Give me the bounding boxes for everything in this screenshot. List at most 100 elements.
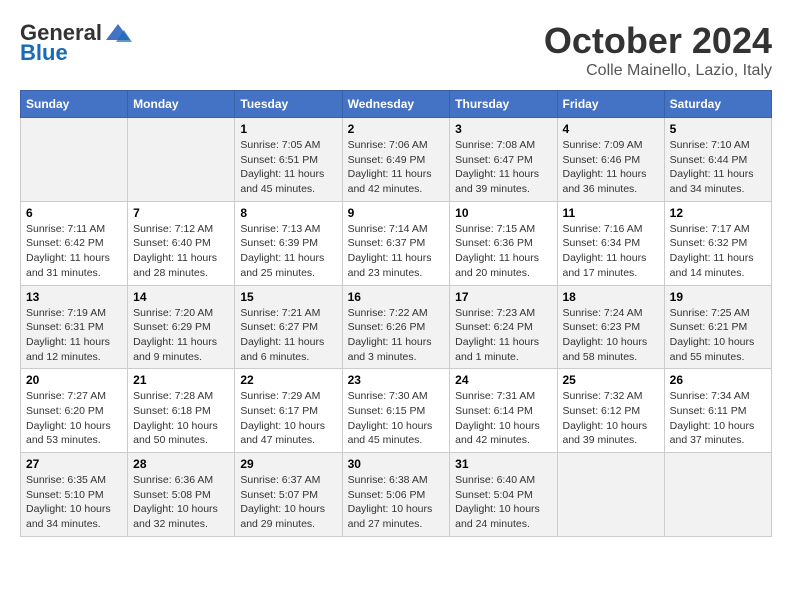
header-day: Sunday bbox=[21, 91, 128, 118]
calendar-week-row: 13 Sunrise: 7:19 AM Sunset: 6:31 PM Dayli… bbox=[21, 285, 772, 369]
day-number: 21 bbox=[133, 373, 229, 387]
calendar-cell: 11 Sunrise: 7:16 AM Sunset: 6:34 PM Dayli… bbox=[557, 201, 664, 285]
calendar-cell: 18 Sunrise: 7:24 AM Sunset: 6:23 PM Dayli… bbox=[557, 285, 664, 369]
day-number: 24 bbox=[455, 373, 551, 387]
calendar-cell: 2Sunrise: 7:06 AM Sunset: 6:49 PM Daylig… bbox=[342, 118, 450, 202]
day-info: Sunrise: 7:09 AM Sunset: 6:46 PM Dayligh… bbox=[563, 138, 659, 197]
calendar-cell bbox=[557, 453, 664, 537]
day-number: 31 bbox=[455, 457, 551, 471]
day-number: 23 bbox=[348, 373, 445, 387]
day-info: Sunrise: 7:20 AM Sunset: 6:29 PM Dayligh… bbox=[133, 306, 229, 365]
day-number: 8 bbox=[240, 206, 336, 220]
logo: General Blue bbox=[20, 20, 134, 66]
day-info: Sunrise: 7:05 AM Sunset: 6:51 PM Dayligh… bbox=[240, 138, 336, 197]
day-info: Sunrise: 7:14 AM Sunset: 6:37 PM Dayligh… bbox=[348, 222, 445, 281]
logo-blue: Blue bbox=[20, 40, 68, 66]
logo-icon bbox=[104, 22, 132, 44]
calendar-cell: 7 Sunrise: 7:12 AM Sunset: 6:40 PM Daylig… bbox=[128, 201, 235, 285]
calendar-week-row: 20 Sunrise: 7:27 AM Sunset: 6:20 PM Dayli… bbox=[21, 369, 772, 453]
day-info: Sunrise: 7:22 AM Sunset: 6:26 PM Dayligh… bbox=[348, 306, 445, 365]
day-info: Sunrise: 7:27 AM Sunset: 6:20 PM Dayligh… bbox=[26, 389, 122, 448]
day-number: 17 bbox=[455, 290, 551, 304]
day-info: Sunrise: 6:38 AM Sunset: 5:06 PM Dayligh… bbox=[348, 473, 445, 532]
day-number: 6 bbox=[26, 206, 122, 220]
day-info: Sunrise: 7:28 AM Sunset: 6:18 PM Dayligh… bbox=[133, 389, 229, 448]
header-day: Thursday bbox=[450, 91, 557, 118]
calendar-cell: 17 Sunrise: 7:23 AM Sunset: 6:24 PM Dayli… bbox=[450, 285, 557, 369]
calendar-week-row: 27Sunrise: 6:35 AM Sunset: 5:10 PM Dayli… bbox=[21, 453, 772, 537]
calendar-cell: 16 Sunrise: 7:22 AM Sunset: 6:26 PM Dayli… bbox=[342, 285, 450, 369]
day-info: Sunrise: 7:32 AM Sunset: 6:12 PM Dayligh… bbox=[563, 389, 659, 448]
calendar-cell: 4 Sunrise: 7:09 AM Sunset: 6:46 PM Daylig… bbox=[557, 118, 664, 202]
day-info: Sunrise: 7:24 AM Sunset: 6:23 PM Dayligh… bbox=[563, 306, 659, 365]
calendar-cell bbox=[128, 118, 235, 202]
day-info: Sunrise: 7:10 AM Sunset: 6:44 PM Dayligh… bbox=[670, 138, 766, 197]
day-info: Sunrise: 7:12 AM Sunset: 6:40 PM Dayligh… bbox=[133, 222, 229, 281]
day-info: Sunrise: 6:40 AM Sunset: 5:04 PM Dayligh… bbox=[455, 473, 551, 532]
day-info: Sunrise: 7:11 AM Sunset: 6:42 PM Dayligh… bbox=[26, 222, 122, 281]
day-number: 9 bbox=[348, 206, 445, 220]
day-number: 22 bbox=[240, 373, 336, 387]
calendar-cell: 14 Sunrise: 7:20 AM Sunset: 6:29 PM Dayli… bbox=[128, 285, 235, 369]
day-number: 25 bbox=[563, 373, 659, 387]
day-info: Sunrise: 7:17 AM Sunset: 6:32 PM Dayligh… bbox=[670, 222, 766, 281]
day-number: 18 bbox=[563, 290, 659, 304]
calendar-cell: 13 Sunrise: 7:19 AM Sunset: 6:31 PM Dayli… bbox=[21, 285, 128, 369]
calendar-cell: 21 Sunrise: 7:28 AM Sunset: 6:18 PM Dayli… bbox=[128, 369, 235, 453]
calendar-table: SundayMondayTuesdayWednesdayThursdayFrid… bbox=[20, 90, 772, 537]
calendar-cell: 10Sunrise: 7:15 AM Sunset: 6:36 PM Dayli… bbox=[450, 201, 557, 285]
calendar-cell: 25 Sunrise: 7:32 AM Sunset: 6:12 PM Dayli… bbox=[557, 369, 664, 453]
day-number: 3 bbox=[455, 122, 551, 136]
day-info: Sunrise: 7:34 AM Sunset: 6:11 PM Dayligh… bbox=[670, 389, 766, 448]
calendar-cell: 24Sunrise: 7:31 AM Sunset: 6:14 PM Dayli… bbox=[450, 369, 557, 453]
day-info: Sunrise: 7:23 AM Sunset: 6:24 PM Dayligh… bbox=[455, 306, 551, 365]
location: Colle Mainello, Lazio, Italy bbox=[544, 62, 772, 80]
day-number: 13 bbox=[26, 290, 122, 304]
calendar-cell: 6 Sunrise: 7:11 AM Sunset: 6:42 PM Daylig… bbox=[21, 201, 128, 285]
calendar-cell: 30 Sunrise: 6:38 AM Sunset: 5:06 PM Dayli… bbox=[342, 453, 450, 537]
day-info: Sunrise: 7:30 AM Sunset: 6:15 PM Dayligh… bbox=[348, 389, 445, 448]
day-number: 4 bbox=[563, 122, 659, 136]
day-number: 11 bbox=[563, 206, 659, 220]
calendar-cell bbox=[664, 453, 771, 537]
day-number: 7 bbox=[133, 206, 229, 220]
day-info: Sunrise: 7:29 AM Sunset: 6:17 PM Dayligh… bbox=[240, 389, 336, 448]
calendar-cell: 8 Sunrise: 7:13 AM Sunset: 6:39 PM Daylig… bbox=[235, 201, 342, 285]
day-info: Sunrise: 7:08 AM Sunset: 6:47 PM Dayligh… bbox=[455, 138, 551, 197]
calendar-cell: 22 Sunrise: 7:29 AM Sunset: 6:17 PM Dayli… bbox=[235, 369, 342, 453]
calendar-cell: 28Sunrise: 6:36 AM Sunset: 5:08 PM Dayli… bbox=[128, 453, 235, 537]
header-day: Tuesday bbox=[235, 91, 342, 118]
calendar-cell: 12Sunrise: 7:17 AM Sunset: 6:32 PM Dayli… bbox=[664, 201, 771, 285]
calendar-cell: 31 Sunrise: 6:40 AM Sunset: 5:04 PM Dayli… bbox=[450, 453, 557, 537]
day-info: Sunrise: 7:21 AM Sunset: 6:27 PM Dayligh… bbox=[240, 306, 336, 365]
calendar-cell: 9 Sunrise: 7:14 AM Sunset: 6:37 PM Daylig… bbox=[342, 201, 450, 285]
calendar-cell: 5Sunrise: 7:10 AM Sunset: 6:44 PM Daylig… bbox=[664, 118, 771, 202]
day-number: 29 bbox=[240, 457, 336, 471]
day-number: 1 bbox=[240, 122, 336, 136]
header-day: Monday bbox=[128, 91, 235, 118]
day-number: 26 bbox=[670, 373, 766, 387]
calendar-cell: 20 Sunrise: 7:27 AM Sunset: 6:20 PM Dayli… bbox=[21, 369, 128, 453]
header-day: Saturday bbox=[664, 91, 771, 118]
day-info: Sunrise: 7:15 AM Sunset: 6:36 PM Dayligh… bbox=[455, 222, 551, 281]
calendar-body: 1 Sunrise: 7:05 AM Sunset: 6:51 PM Daylig… bbox=[21, 118, 772, 537]
calendar-header-row: SundayMondayTuesdayWednesdayThursdayFrid… bbox=[21, 91, 772, 118]
calendar-cell: 29Sunrise: 6:37 AM Sunset: 5:07 PM Dayli… bbox=[235, 453, 342, 537]
day-number: 30 bbox=[348, 457, 445, 471]
day-info: Sunrise: 7:16 AM Sunset: 6:34 PM Dayligh… bbox=[563, 222, 659, 281]
day-number: 15 bbox=[240, 290, 336, 304]
day-number: 20 bbox=[26, 373, 122, 387]
calendar-week-row: 1 Sunrise: 7:05 AM Sunset: 6:51 PM Daylig… bbox=[21, 118, 772, 202]
page-header: General Blue October 2024 Colle Mainello… bbox=[20, 20, 772, 80]
calendar-cell bbox=[21, 118, 128, 202]
day-number: 16 bbox=[348, 290, 445, 304]
day-number: 14 bbox=[133, 290, 229, 304]
calendar-cell: 27Sunrise: 6:35 AM Sunset: 5:10 PM Dayli… bbox=[21, 453, 128, 537]
calendar-cell: 15 Sunrise: 7:21 AM Sunset: 6:27 PM Dayli… bbox=[235, 285, 342, 369]
month-title: October 2024 bbox=[544, 20, 772, 62]
day-info: Sunrise: 6:36 AM Sunset: 5:08 PM Dayligh… bbox=[133, 473, 229, 532]
day-info: Sunrise: 7:19 AM Sunset: 6:31 PM Dayligh… bbox=[26, 306, 122, 365]
day-number: 2 bbox=[348, 122, 445, 136]
day-info: Sunrise: 7:13 AM Sunset: 6:39 PM Dayligh… bbox=[240, 222, 336, 281]
header-day: Friday bbox=[557, 91, 664, 118]
